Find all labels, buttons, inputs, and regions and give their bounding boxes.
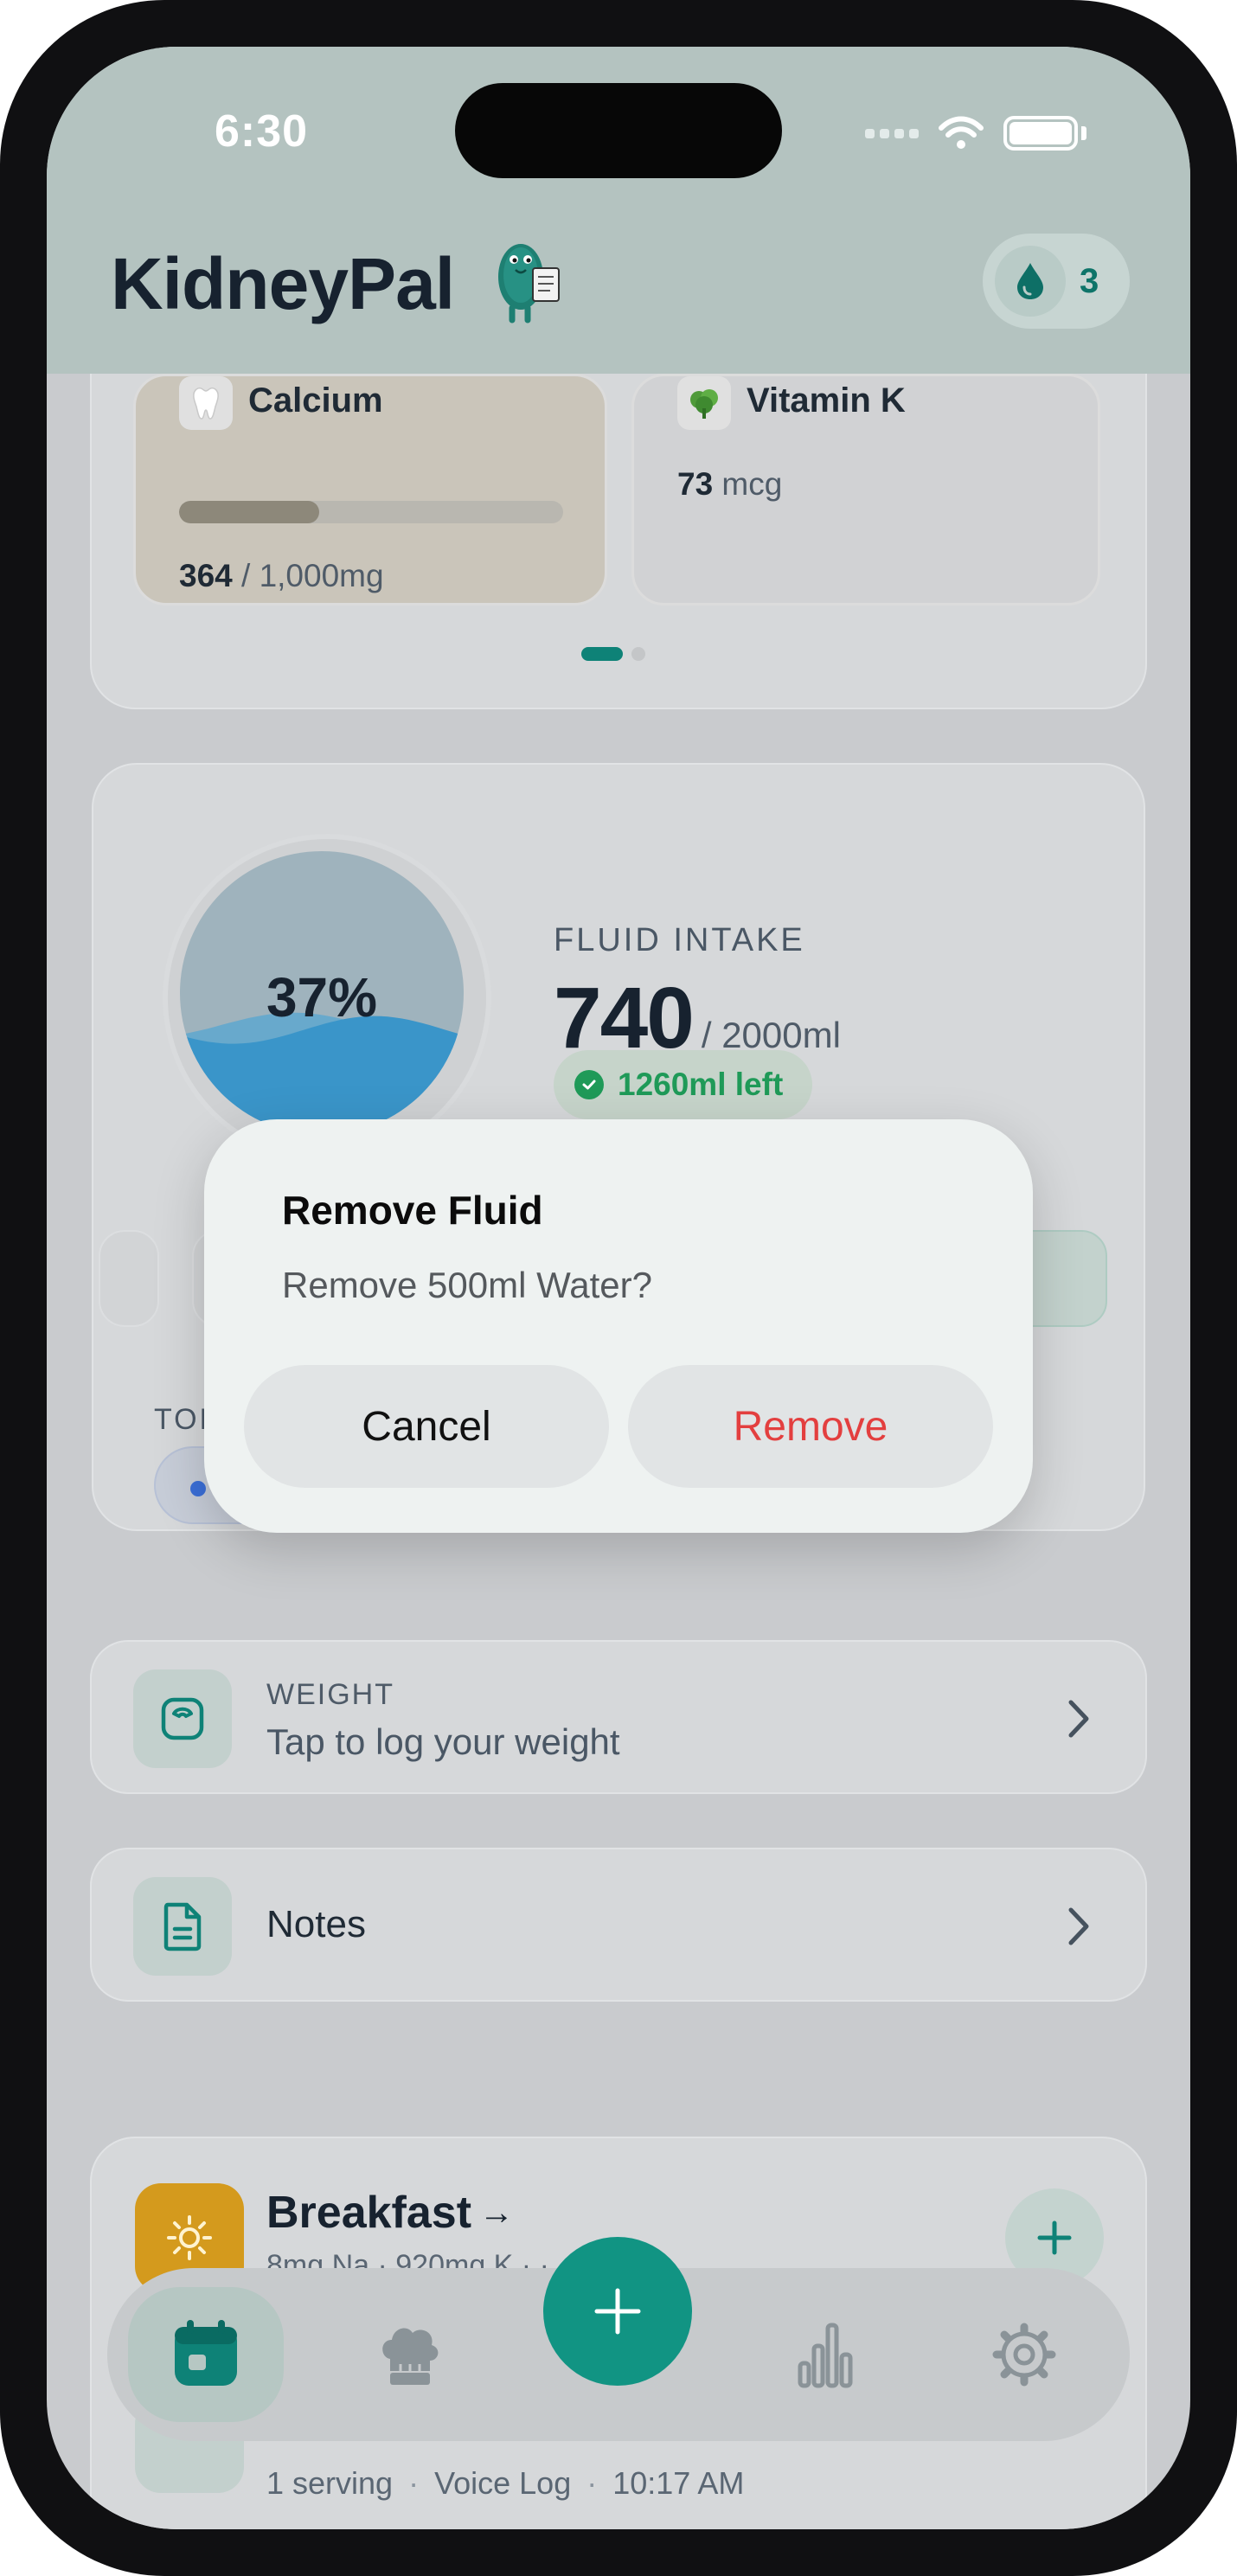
nutrient-amount: 73 mcg <box>677 466 782 503</box>
remove-fluid-dialog: Remove Fluid Remove 500ml Water? Cancel … <box>204 1119 1033 1533</box>
nutrient-amount-value: 73 <box>677 466 714 502</box>
gear-icon[interactable] <box>972 2303 1076 2406</box>
page-dot-active <box>581 647 623 661</box>
entry-source: Voice Log <box>434 2465 572 2501</box>
nutrient-card-calcium[interactable]: Calcium 364 / 1,000mg <box>133 374 607 606</box>
plus-icon <box>594 2288 641 2335</box>
dialog-title: Remove Fluid <box>282 1188 543 1233</box>
app-title: KidneyPal <box>111 243 455 324</box>
nutrient-amount-value: 364 <box>179 558 233 593</box>
calcium-progress-bar <box>179 501 563 523</box>
nutrient-name: Calcium <box>248 381 383 420</box>
phone-frame: Calcium 364 / 1,000mg Vitamin K 73 mcg 3… <box>0 0 1237 2576</box>
fluid-intake-label: FLUID INTAKE <box>554 922 805 958</box>
remove-button[interactable]: Remove <box>628 1365 993 1488</box>
water-drop-icon <box>995 246 1066 317</box>
battery-icon <box>1003 116 1078 151</box>
quick-add-button[interactable] <box>99 1230 159 1327</box>
chevron-right-icon <box>1066 1905 1092 1952</box>
meal-title[interactable]: Breakfast <box>266 2187 471 2239</box>
fluid-streak-badge[interactable]: 3 <box>983 234 1130 329</box>
fluid-water-gauge[interactable]: 37% <box>180 851 464 1135</box>
weight-log-row[interactable]: WEIGHT Tap to log your weight <box>90 1640 1147 1794</box>
calendar-icon[interactable] <box>154 2303 258 2406</box>
bar-chart-icon[interactable] <box>773 2303 877 2406</box>
arrow-right-icon[interactable]: → <box>479 2194 514 2233</box>
fluid-remaining-text: 1260ml left <box>618 1067 784 1102</box>
nutrient-amount-unit: mcg <box>713 466 783 502</box>
calcium-progress-fill <box>179 501 319 523</box>
notes-row[interactable]: Notes <box>90 1848 1147 2002</box>
separator: · <box>586 2465 598 2501</box>
battery-nub <box>1081 126 1086 140</box>
status-icons <box>865 116 1086 151</box>
app-screen: Calcium 364 / 1,000mg Vitamin K 73 mcg 3… <box>47 47 1190 2529</box>
nutrient-amount-goal: / 1,000mg <box>232 558 384 593</box>
carousel-page-indicator[interactable] <box>581 647 645 661</box>
tooth-icon <box>179 376 233 430</box>
cellular-signal-icon <box>865 128 919 138</box>
fluid-remaining-badge: 1260ml left <box>554 1050 813 1119</box>
chef-hat-icon[interactable] <box>358 2303 462 2406</box>
app-header: 6:30 KidneyPal 3 <box>47 47 1190 374</box>
fluid-percent: 37% <box>266 966 378 1028</box>
weight-prompt: Tap to log your weight <box>266 1721 620 1762</box>
separator: · <box>408 2465 420 2501</box>
nutrient-card-vitamin-k[interactable]: Vitamin K 73 mcg <box>631 374 1100 606</box>
dynamic-island <box>455 83 782 178</box>
status-time: 6:30 <box>215 106 309 157</box>
dialog-message: Remove 500ml Water? <box>282 1265 652 1305</box>
check-circle-icon <box>574 1070 604 1099</box>
document-icon <box>133 1877 232 1976</box>
weight-label: WEIGHT <box>266 1678 394 1711</box>
chevron-right-icon <box>1066 1697 1092 1745</box>
plus-icon <box>1037 2220 1072 2255</box>
entry-serving: 1 serving <box>266 2465 394 2501</box>
notes-title: Notes <box>266 1903 366 1945</box>
add-entry-fab[interactable] <box>543 2237 692 2386</box>
nutrient-amount: 364 / 1,000mg <box>179 558 384 594</box>
entry-time: 10:17 AM <box>612 2465 745 2501</box>
cancel-button[interactable]: Cancel <box>244 1365 609 1488</box>
food-entry-meta[interactable]: 1 serving · Voice Log · 10:17 AM <box>266 2465 744 2502</box>
chip-dot <box>190 1481 206 1496</box>
nutrient-name: Vitamin K <box>747 381 906 420</box>
page-dot <box>631 647 645 661</box>
kidney-mascot-icon <box>490 230 567 325</box>
scale-icon <box>133 1669 232 1768</box>
leafy-greens-icon <box>677 376 731 430</box>
streak-count: 3 <box>1080 261 1099 300</box>
wifi-icon <box>938 116 984 151</box>
